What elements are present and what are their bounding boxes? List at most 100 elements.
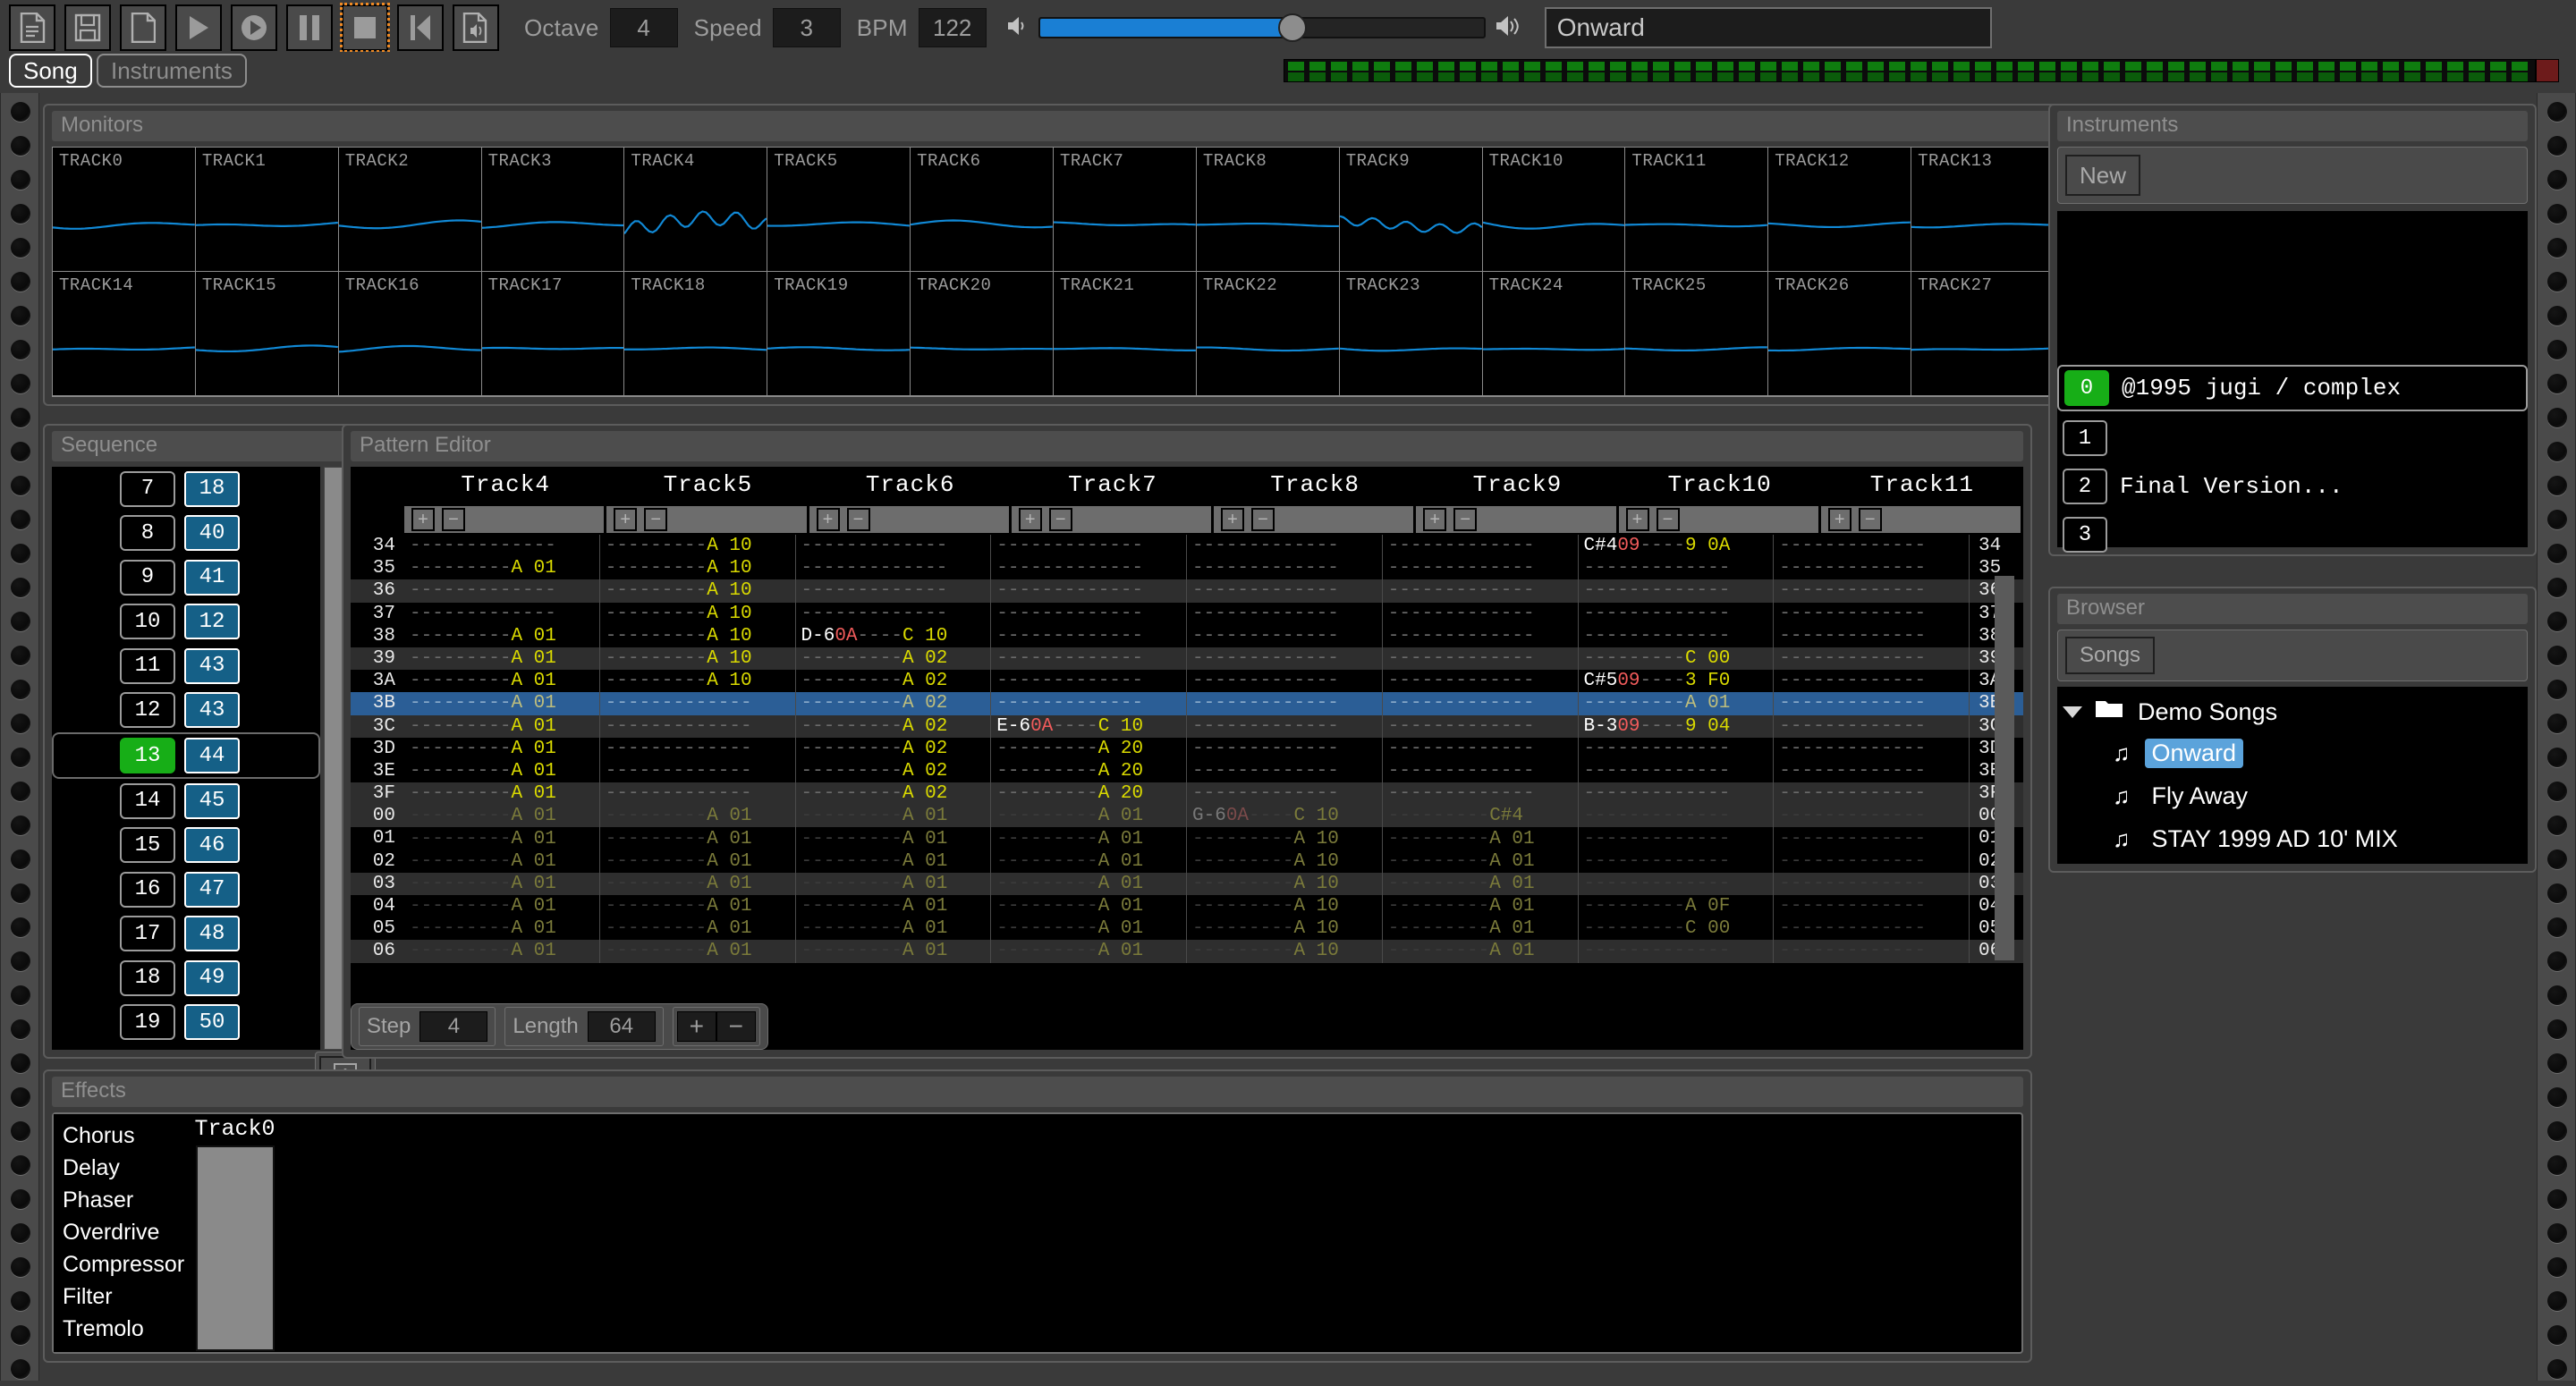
pattern-row[interactable]: 3E --- -- ---- A 01 --- -- ---- ---- --- --… bbox=[351, 759, 2023, 783]
monitor-cell[interactable]: TRACK4 bbox=[624, 148, 768, 272]
pattern-cell[interactable]: --- -- ---- A 01 bbox=[796, 849, 992, 873]
pattern-cell[interactable]: --- -- ---- ---- bbox=[1579, 737, 1775, 760]
rewind-button[interactable] bbox=[397, 4, 444, 51]
sequence-pattern-cell[interactable]: 41 bbox=[184, 559, 240, 596]
pattern-cell[interactable]: --- -- ---- ---- bbox=[404, 579, 600, 603]
pattern-cell[interactable]: B-3 09 ---- 9 04 bbox=[1579, 714, 1775, 738]
browser-folder-row[interactable]: Demo Songs bbox=[2057, 692, 2528, 731]
pattern-cell[interactable]: --- -- ---- ---- bbox=[991, 647, 1187, 671]
instrument-row[interactable]: 0 @1995 jugi / complex bbox=[2057, 365, 2528, 411]
pattern-cell[interactable]: --- -- ---- A 01 bbox=[404, 917, 600, 941]
pattern-cell[interactable]: --- -- ---- ---- bbox=[1383, 714, 1579, 738]
pattern-cell[interactable]: --- -- ---- ---- bbox=[1579, 759, 1775, 783]
effect-list-item[interactable]: Phaser bbox=[63, 1184, 188, 1216]
pattern-cell[interactable]: --- -- ---- A 01 bbox=[600, 805, 796, 828]
pattern-cell[interactable]: --- -- ---- A 0F bbox=[1579, 895, 1775, 918]
pattern-cell[interactable]: C#4 09 ---- 9 0A bbox=[1579, 535, 1775, 558]
instrument-index[interactable]: 3 bbox=[2063, 517, 2107, 553]
pattern-cell[interactable]: --- -- ---- ---- bbox=[1187, 692, 1383, 715]
instrument-index[interactable]: 0 bbox=[2064, 370, 2109, 406]
sequence-pattern-cell[interactable]: 45 bbox=[184, 782, 240, 819]
pattern-cell[interactable]: --- -- ---- ---- bbox=[1187, 579, 1383, 603]
sequence-pattern-cell[interactable]: 18 bbox=[184, 470, 240, 507]
pattern-cell[interactable]: --- -- ---- A 01 bbox=[991, 827, 1187, 850]
instrument-index[interactable]: 1 bbox=[2063, 420, 2107, 456]
pattern-row[interactable]: 05 --- -- ---- A 01 --- -- ---- A 01 --- --… bbox=[351, 917, 2023, 941]
sequence-index-cell[interactable]: 13 bbox=[120, 738, 175, 773]
pattern-cell[interactable]: --- -- ---- ---- bbox=[1383, 647, 1579, 671]
pattern-cell[interactable]: --- -- ---- ---- bbox=[796, 579, 992, 603]
pattern-cell[interactable]: --- -- ---- ---- bbox=[1579, 602, 1775, 625]
pattern-row[interactable]: 38 --- -- ---- A 01 --- -- ---- A 10 D-6 0A… bbox=[351, 624, 2023, 647]
pattern-track-header[interactable]: Track4 bbox=[404, 467, 606, 504]
sequence-row[interactable]: 18 49 bbox=[52, 956, 320, 1001]
sequence-index-cell[interactable]: 12 bbox=[120, 692, 175, 729]
pattern-cell[interactable]: --- -- ---- ---- bbox=[1579, 579, 1775, 603]
pattern-row[interactable]: 3F --- -- ---- A 01 --- -- ---- ---- --- --… bbox=[351, 782, 2023, 806]
pattern-cell[interactable]: --- -- ---- ---- bbox=[1383, 624, 1579, 647]
volume-knob[interactable] bbox=[1278, 13, 1308, 42]
pattern-cell[interactable]: --- -- ---- A 01 bbox=[796, 917, 992, 941]
pattern-cell[interactable]: --- -- ---- ---- bbox=[1383, 759, 1579, 783]
pattern-cell[interactable]: --- -- ---- ---- bbox=[1774, 692, 1970, 715]
pattern-track-header[interactable]: Track8 bbox=[1214, 467, 1416, 504]
sequence-pattern-cell[interactable]: 12 bbox=[184, 604, 240, 640]
sequence-pattern-cell[interactable]: 47 bbox=[184, 871, 240, 908]
browser-tree[interactable]: Demo Songs ♫ Onward ♫ Fly Away ♫ STAY 1999 AD … bbox=[2057, 687, 2528, 864]
pattern-cell[interactable]: --- -- ---- A 01 bbox=[991, 872, 1187, 895]
sequence-row[interactable]: 11 43 bbox=[52, 644, 320, 689]
sequence-row[interactable]: 7 18 bbox=[52, 467, 320, 511]
pattern-cell[interactable]: --- -- ---- ---- bbox=[1774, 827, 1970, 850]
new-file-button[interactable] bbox=[120, 4, 166, 51]
pattern-cell[interactable]: --- -- ---- ---- bbox=[600, 759, 796, 783]
pattern-cell[interactable]: --- -- ---- A 01 bbox=[404, 940, 600, 963]
pattern-row[interactable]: 3B --- -- ---- A 01 --- -- ---- ---- --- --… bbox=[351, 692, 2023, 715]
browser-song-row[interactable]: ♫ Onward bbox=[2057, 731, 2528, 774]
pattern-cell[interactable]: --- -- ---- ---- bbox=[1187, 557, 1383, 580]
pattern-cell[interactable]: --- -- ---- A 10 bbox=[600, 535, 796, 558]
monitor-cell[interactable]: TRACK1 bbox=[195, 148, 339, 272]
pattern-cell[interactable]: --- -- ---- ---- bbox=[1187, 647, 1383, 671]
pattern-cell[interactable]: --- -- ---- ---- bbox=[1774, 872, 1970, 895]
pattern-cell[interactable]: --- -- ---- A 20 bbox=[991, 782, 1187, 806]
sequence-list[interactable]: 7 18 8 40 9 41 10 12 11 43 12 43 13 44 14 45 15 46 16 47 17 4… bbox=[52, 467, 320, 1050]
pattern-cell[interactable]: --- -- ---- ---- bbox=[1774, 670, 1970, 693]
pattern-cell[interactable]: --- -- ---- ---- bbox=[1383, 579, 1579, 603]
pattern-cell[interactable]: --- -- ---- A 01 bbox=[796, 872, 992, 895]
pattern-cell[interactable]: --- -- ---- ---- bbox=[1187, 714, 1383, 738]
pattern-cell[interactable]: --- -- ---- ---- bbox=[1579, 624, 1775, 647]
pattern-cell[interactable]: --- -- ---- A 01 bbox=[404, 782, 600, 806]
effects-chain-slot[interactable] bbox=[195, 1145, 275, 1351]
pattern-cell[interactable]: --- -- ---- ---- bbox=[1383, 692, 1579, 715]
pattern-cell[interactable]: --- -- ---- A 02 bbox=[796, 670, 992, 693]
monitor-cell[interactable]: TRACK20 bbox=[911, 272, 1054, 396]
sequence-row[interactable]: 19 50 bbox=[52, 1001, 320, 1045]
pattern-cell[interactable]: --- -- ---- ---- bbox=[1774, 579, 1970, 603]
pattern-cell[interactable]: --- -- ---- ---- bbox=[991, 692, 1187, 715]
monitor-cell[interactable]: TRACK9 bbox=[1339, 148, 1483, 272]
sequence-index-cell[interactable]: 10 bbox=[120, 604, 175, 640]
pattern-cell[interactable]: --- -- ---- A 10 bbox=[1187, 917, 1383, 941]
monitor-cell[interactable]: TRACK0 bbox=[53, 148, 196, 272]
pattern-cell[interactable]: --- -- ---- A 10 bbox=[1187, 849, 1383, 873]
sequence-index-cell[interactable]: 14 bbox=[120, 782, 175, 819]
pattern-row[interactable]: 39 --- -- ---- A 01 --- -- ---- A 10 --- --… bbox=[351, 647, 2023, 671]
pattern-row[interactable]: 04 --- -- ---- A 01 --- -- ---- A 01 --- --… bbox=[351, 895, 2023, 918]
pattern-cell[interactable]: --- -- ---- A 10 bbox=[1187, 872, 1383, 895]
sequence-pattern-cell[interactable]: 48 bbox=[184, 916, 240, 952]
pattern-cell[interactable]: --- -- ---- A 20 bbox=[991, 737, 1187, 760]
sequence-index-cell[interactable]: 8 bbox=[120, 515, 175, 552]
pattern-cell[interactable]: --- -- ---- A 02 bbox=[796, 714, 992, 738]
monitor-cell[interactable]: TRACK24 bbox=[1482, 272, 1626, 396]
monitor-cell[interactable]: TRACK22 bbox=[1196, 272, 1340, 396]
remove-column-button[interactable]: − bbox=[1251, 508, 1275, 531]
sequence-pattern-cell[interactable]: 43 bbox=[184, 647, 240, 684]
play-pattern-button[interactable] bbox=[231, 4, 277, 51]
pattern-row[interactable]: 35 --- -- ---- A 01 --- -- ---- A 10 --- --… bbox=[351, 557, 2023, 580]
pattern-cell[interactable]: --- -- ---- A 01 bbox=[796, 805, 992, 828]
pattern-cell[interactable]: --- -- ---- A 01 bbox=[404, 872, 600, 895]
speed-value[interactable]: 3 bbox=[772, 8, 841, 47]
pattern-cell[interactable]: --- -- ---- A 01 bbox=[404, 737, 600, 760]
monitor-cell[interactable]: TRACK26 bbox=[1768, 272, 1912, 396]
remove-column-button[interactable]: − bbox=[1048, 508, 1072, 531]
